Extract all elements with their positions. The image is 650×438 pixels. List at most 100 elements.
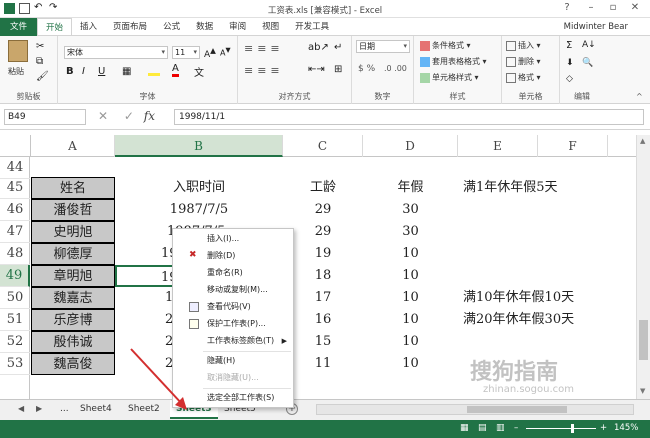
fx-icon[interactable]: fx	[144, 109, 155, 123]
menu-delete[interactable]: ✖ 删除(D)	[173, 248, 293, 264]
cell-d52[interactable]: 10	[363, 331, 458, 353]
cell-d46[interactable]: 30	[363, 199, 458, 221]
scroll-down-icon[interactable]: ▼	[640, 387, 645, 395]
paste-icon[interactable]	[8, 40, 28, 62]
wen-icon[interactable]: 文	[194, 64, 204, 79]
close-button[interactable]: ✕	[628, 2, 642, 15]
merge-icon[interactable]: ⊞	[334, 64, 342, 75]
cell-a53[interactable]: 魏高俊	[31, 353, 115, 375]
find-icon[interactable]: 🔍	[582, 58, 593, 68]
column-header-c[interactable]: C	[283, 135, 363, 157]
row-header[interactable]: 51	[0, 309, 30, 331]
font-name-combo[interactable]: 宋体	[64, 46, 168, 59]
cell-a51[interactable]: 乐彦博	[31, 309, 115, 331]
number-format-combo[interactable]: 日期	[356, 40, 410, 53]
font-size-combo[interactable]: 11	[172, 46, 200, 59]
clear-icon[interactable]: ◇	[566, 74, 573, 84]
insert-cells-button[interactable]: 插入 ▾	[506, 40, 541, 51]
orientation-icon[interactable]: ab↗	[308, 42, 329, 53]
formula-input[interactable]: 1998/11/1	[174, 109, 644, 125]
cell-c45[interactable]: 工龄	[283, 177, 363, 199]
cell-c46[interactable]: 29	[283, 199, 363, 221]
sheet-tab-ellipsis[interactable]: ...	[54, 400, 75, 419]
conditional-format-button[interactable]: 条件格式 ▾	[420, 40, 471, 51]
sort-filter-icon[interactable]: A↓	[582, 40, 596, 50]
zoom-slider-thumb[interactable]	[571, 424, 574, 433]
horizontal-align-icons[interactable]: ≡≡≡	[244, 64, 284, 77]
tab-view[interactable]: 视图	[254, 18, 287, 36]
page-break-icon[interactable]: ▥	[496, 423, 505, 433]
select-all-corner[interactable]	[0, 135, 31, 157]
menu-insert[interactable]: 插入(I)...	[173, 231, 293, 247]
minimize-button[interactable]: –	[584, 2, 598, 15]
column-header-b[interactable]: B	[115, 135, 283, 157]
scroll-thumb[interactable]	[639, 320, 648, 360]
tab-page-layout[interactable]: 页面布局	[105, 18, 155, 36]
prev-sheet-icon[interactable]: ◀	[18, 404, 24, 413]
zoom-out-icon[interactable]: –	[514, 423, 518, 433]
fill-icon[interactable]: ⬇	[566, 58, 574, 68]
wrap-text-icon[interactable]: ↵	[334, 42, 342, 53]
cell-c52[interactable]: 15	[283, 331, 363, 353]
restore-button[interactable]: ▫	[606, 2, 620, 15]
column-header-a[interactable]: A	[31, 135, 115, 157]
italic-icon[interactable]: I	[82, 66, 85, 77]
hscroll-thumb[interactable]	[467, 406, 567, 413]
cell-c53[interactable]: 11	[283, 353, 363, 375]
column-header-f[interactable]: F	[538, 135, 608, 157]
cell-a45[interactable]: 姓名	[31, 177, 115, 199]
font-color-icon[interactable]: A	[172, 64, 179, 77]
tab-home[interactable]: 开始	[37, 17, 73, 37]
menu-rename[interactable]: 重命名(R)	[173, 265, 293, 281]
decimal-icons[interactable]: .0 .00	[384, 64, 407, 73]
collapse-ribbon-icon[interactable]: ^	[636, 92, 643, 101]
cell-e51[interactable]: 满20年休年假30天	[463, 309, 574, 331]
cell-a52[interactable]: 殷伟诚	[31, 331, 115, 353]
tab-developer[interactable]: 开发工具	[287, 18, 337, 36]
cell-d45[interactable]: 年假	[363, 177, 458, 199]
grow-font-icon[interactable]: A▲	[204, 46, 216, 60]
format-cells-button[interactable]: 格式 ▾	[506, 72, 541, 83]
sheet-tab-sheet4[interactable]: Sheet4	[74, 400, 118, 419]
row-header[interactable]: 48	[0, 243, 30, 265]
zoom-level[interactable]: 145%	[614, 423, 638, 433]
page-layout-icon[interactable]: ▤	[478, 423, 487, 433]
menu-protect-sheet[interactable]: 保护工作表(P)...	[173, 316, 293, 332]
cell-a48[interactable]: 柳德厚	[31, 243, 115, 265]
row-header[interactable]: 53	[0, 353, 30, 375]
cell-a46[interactable]: 潘俊哲	[31, 199, 115, 221]
tab-review[interactable]: 审阅	[221, 18, 254, 36]
cell-b46[interactable]: 1987/7/5	[115, 199, 283, 221]
cell-styles-button[interactable]: 单元格样式 ▾	[420, 72, 479, 83]
horizontal-scrollbar[interactable]	[316, 404, 634, 415]
name-box[interactable]: B49	[4, 109, 86, 125]
cell-a49[interactable]: 章明旭	[31, 265, 115, 287]
row-header[interactable]: 47	[0, 221, 30, 243]
user-name[interactable]: Midwinter Bear	[564, 22, 628, 32]
cell-a47[interactable]: 史明旭	[31, 221, 115, 243]
cell-d49[interactable]: 10	[363, 265, 458, 287]
format-painter-icon[interactable]: 🖌	[36, 71, 49, 82]
autosum-icon[interactable]: Σ	[566, 40, 572, 51]
cell-a50[interactable]: 魏嘉志	[31, 287, 115, 309]
format-as-table-button[interactable]: 套用表格格式 ▾	[420, 56, 487, 67]
tab-file[interactable]: 文件	[0, 17, 38, 36]
column-header-d[interactable]: D	[363, 135, 458, 157]
cell-d50[interactable]: 10	[363, 287, 458, 309]
tab-insert[interactable]: 插入	[72, 18, 105, 36]
cancel-icon[interactable]: ✕	[98, 109, 108, 123]
vertical-align-icons[interactable]: ≡≡≡	[244, 42, 284, 55]
currency-icon[interactable]: $ %	[358, 64, 375, 74]
tab-data[interactable]: 数据	[188, 18, 221, 36]
cut-icon[interactable]: ✂	[36, 41, 44, 52]
cell-d48[interactable]: 10	[363, 243, 458, 265]
vertical-scrollbar[interactable]: ▲ ▼	[636, 135, 650, 399]
bold-icon[interactable]: B	[66, 66, 74, 77]
copy-icon[interactable]: ⧉	[36, 56, 43, 67]
cell-c47[interactable]: 29	[283, 221, 363, 243]
row-header[interactable]: 45	[0, 177, 30, 199]
indent-icon[interactable]: ⇤⇥	[308, 64, 325, 75]
row-header[interactable]: 44	[0, 157, 30, 179]
cell-b45[interactable]: 入职时间	[115, 177, 283, 199]
scroll-up-icon[interactable]: ▲	[640, 137, 645, 145]
